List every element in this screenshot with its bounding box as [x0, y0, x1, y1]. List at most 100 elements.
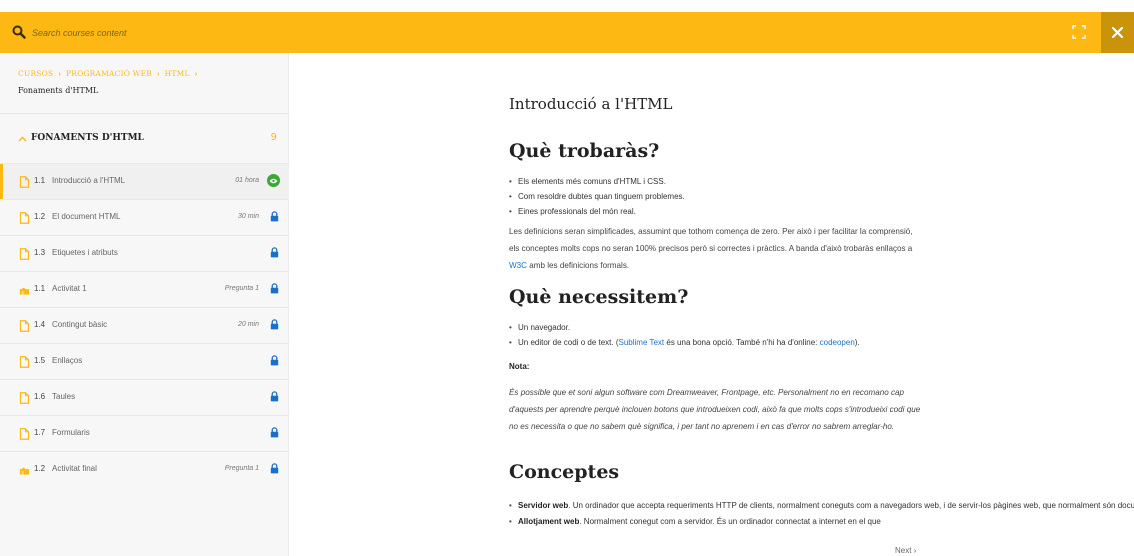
- lesson-duration: Pregunta 1: [224, 285, 259, 292]
- find-list: Els elements més comuns d'HTML i CSS. Co…: [509, 174, 685, 219]
- list-item: Allotjament web. Normalment conegut com …: [509, 514, 925, 530]
- document-icon: [19, 248, 30, 260]
- lesson-title: Contingut bàsic: [52, 320, 108, 329]
- lesson-number: 1.4: [34, 320, 46, 329]
- paragraph-text: Les definicions seran simplificades, ass…: [509, 227, 913, 253]
- search-input[interactable]: [32, 22, 632, 44]
- list-item-text: ).: [854, 338, 860, 347]
- section-title: FONAMENTS D'HTML: [31, 133, 144, 143]
- document-icon: [19, 212, 30, 224]
- breadcrumb-separator: ›: [194, 69, 198, 78]
- section-lesson-count: 9: [270, 132, 277, 143]
- lesson-title: Etiquetes i atributs: [52, 248, 118, 257]
- codeopen-link[interactable]: codeopen: [820, 338, 855, 347]
- document-icon: [19, 428, 30, 440]
- lesson-number: 1.2: [34, 464, 46, 473]
- lock-icon: [270, 283, 279, 294]
- fullscreen-icon[interactable]: [1072, 25, 1086, 39]
- note-text: És possible que et soni algun software c…: [509, 388, 921, 431]
- need-list: Un navegador. Un editor de codi o de tex…: [509, 320, 860, 350]
- paragraph-text: amb les definicions formals.: [527, 261, 630, 270]
- puzzle-icon: [19, 467, 30, 475]
- lesson-duration: 01 hora: [235, 177, 259, 184]
- lesson-number: 1.5: [34, 356, 46, 365]
- lesson-number: 1.6: [34, 392, 46, 401]
- lock-icon: [270, 391, 279, 402]
- document-icon: [19, 356, 30, 368]
- breadcrumb-item-programacio-web[interactable]: PROGRAMACIÓ WEB: [66, 69, 152, 78]
- concept-text: . Normalment conegut com a servidor. És …: [579, 517, 881, 526]
- list-item-text: és una bona opció. També n'hi ha d'onlin…: [664, 338, 820, 347]
- lesson-duration: 20 min: [237, 321, 259, 328]
- heading-need: Què necessitem?: [509, 286, 689, 308]
- document-icon: [19, 392, 30, 404]
- lesson-item[interactable]: 1.3 Etiquetes i atributs: [0, 235, 289, 271]
- close-button[interactable]: [1101, 12, 1134, 53]
- lesson-item[interactable]: 1.4 Contingut bàsic 20 min: [0, 307, 289, 343]
- lesson-title: El document HTML: [52, 212, 121, 221]
- lesson-item[interactable]: 1.2 El document HTML 30 min: [0, 199, 289, 235]
- lesson-title: Taules: [52, 392, 76, 401]
- close-icon: [1112, 27, 1123, 38]
- lesson-title: Enllaços: [52, 356, 83, 365]
- lesson-number: 1.3: [34, 248, 46, 257]
- chevron-up-icon: [18, 136, 27, 142]
- lesson-item[interactable]: 1.2 Activitat final Pregunta 1: [0, 451, 289, 487]
- document-icon: [19, 320, 30, 332]
- lesson-number: 1.1: [34, 284, 46, 293]
- lesson-title: Introducció a l'HTML: [52, 176, 126, 185]
- list-item: Un editor de codi o de text. (Sublime Te…: [509, 335, 860, 350]
- lesson-duration: Pregunta 1: [224, 465, 259, 472]
- viewed-icon: [267, 174, 280, 187]
- section-header[interactable]: FONAMENTS D'HTML 9: [0, 114, 289, 164]
- lesson-item[interactable]: 1.7 Formularis: [0, 415, 289, 451]
- breadcrumb-item-cursos[interactable]: CURSOS: [18, 69, 53, 78]
- puzzle-icon: [19, 287, 30, 295]
- lesson-duration: 30 min: [237, 213, 259, 220]
- concepts-list: Servidor web. Un ordinador que accepta r…: [509, 498, 1134, 530]
- w3c-link[interactable]: W3C: [509, 261, 527, 270]
- course-sidebar: CURSOS › PROGRAMACIÓ WEB › HTML › Fonaments d…: [0, 53, 289, 556]
- list-item: Els elements més comuns d'HTML i CSS.: [509, 174, 685, 189]
- lock-icon: [270, 463, 279, 474]
- top-bar: [0, 12, 1134, 53]
- intro-paragraph: Les definicions seran simplificades, ass…: [509, 223, 925, 274]
- list-item: Servidor web. Un ordinador que accepta r…: [509, 498, 1134, 514]
- concept-term: Servidor web: [518, 501, 569, 510]
- search-icon: [12, 25, 26, 39]
- concept-term: Allotjament web: [518, 517, 580, 526]
- breadcrumb: CURSOS › PROGRAMACIÓ WEB › HTML ›: [18, 69, 202, 78]
- heading-concepts: Conceptes: [509, 461, 620, 483]
- lesson-number: 1.1: [34, 176, 46, 185]
- lesson-item[interactable]: 1.1 Introducció a l'HTML 01 hora: [0, 163, 289, 199]
- lesson-title: Activitat 1: [52, 284, 87, 293]
- page-title: Introducció a l'HTML: [509, 95, 673, 113]
- lock-icon: [270, 355, 279, 366]
- note-label: Nota:: [509, 362, 530, 371]
- lesson-item[interactable]: 1.5 Enllaços: [0, 343, 289, 379]
- lesson-number: 1.2: [34, 212, 46, 221]
- breadcrumb-item-html[interactable]: HTML: [165, 69, 190, 78]
- breadcrumb-separator: ›: [156, 69, 160, 78]
- heading-find: Què trobaràs?: [509, 140, 660, 162]
- lock-icon: [270, 211, 279, 222]
- document-icon: [19, 176, 30, 188]
- next-button[interactable]: Next ›: [895, 546, 916, 555]
- list-item: Un navegador.: [509, 320, 860, 335]
- sublime-text-link[interactable]: Sublime Text: [619, 338, 665, 347]
- lesson-item[interactable]: 1.6 Taules: [0, 379, 289, 415]
- breadcrumb-current: Fonaments d'HTML: [18, 86, 99, 95]
- breadcrumb-separator: ›: [58, 69, 62, 78]
- lesson-title: Activitat final: [52, 464, 97, 473]
- concept-text: . Un ordinador que accepta requeriments …: [568, 501, 1134, 510]
- list-item-text: Un editor de codi o de text. (: [518, 338, 619, 347]
- lesson-number: 1.7: [34, 428, 46, 437]
- lock-icon: [270, 247, 279, 258]
- list-item: Com resoldre dubtes quan tinguem problem…: [509, 189, 685, 204]
- lesson-list: 1.1 Introducció a l'HTML 01 hora 1.2 El docu…: [0, 163, 289, 487]
- lesson-item[interactable]: 1.1 Activitat 1 Pregunta 1: [0, 271, 289, 307]
- lesson-title: Formularis: [52, 428, 90, 437]
- lock-icon: [270, 427, 279, 438]
- list-item: Eines professionals del món real.: [509, 204, 685, 219]
- lock-icon: [270, 319, 279, 330]
